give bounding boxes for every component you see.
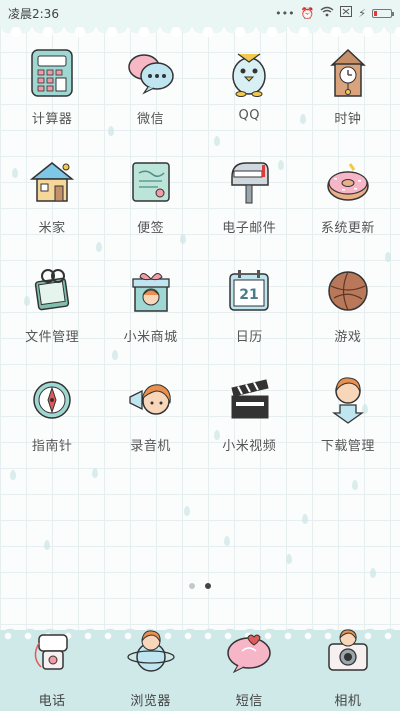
dock-label: 电话 xyxy=(38,694,66,709)
app-label: 电子邮件 xyxy=(222,221,277,236)
clapperboard-icon xyxy=(220,371,278,429)
calendar-icon: 21 xyxy=(220,262,278,320)
app-qq[interactable]: QQ xyxy=(203,44,296,131)
file-clip-icon xyxy=(23,262,81,320)
calendar-day: 21 xyxy=(240,287,259,303)
dock-messages[interactable]: 短信 xyxy=(203,622,296,709)
sim-off-icon xyxy=(340,6,353,20)
planet-girl-icon xyxy=(122,622,180,680)
app-grid: 计算器 微信 QQ 时钟 米家 便签 电子邮件 系统更新 文件管理 小米商城 2… xyxy=(0,44,400,458)
alarm-icon: ⏰ xyxy=(300,6,315,20)
house-icon xyxy=(23,153,81,211)
app-label: QQ xyxy=(238,108,261,123)
app-mijia[interactable]: 米家 xyxy=(6,153,99,240)
app-label: 下载管理 xyxy=(320,439,375,454)
app-system-update[interactable]: 系统更新 xyxy=(301,153,394,240)
wifi-icon xyxy=(320,6,334,20)
dock-phone[interactable]: 电话 xyxy=(6,622,99,709)
page-indicator xyxy=(0,583,400,589)
app-calendar[interactable]: 21 日历 xyxy=(203,262,296,349)
app-label: 指南针 xyxy=(31,439,73,454)
more-dots-icon: ••• xyxy=(275,6,295,20)
dock-camera[interactable]: 相机 xyxy=(301,622,394,709)
wechat-icon xyxy=(122,44,180,102)
app-label: 计算器 xyxy=(31,112,73,127)
phone-icon xyxy=(23,622,81,680)
app-clock[interactable]: 时钟 xyxy=(301,44,394,131)
app-label: 小米视频 xyxy=(222,439,277,454)
app-downloads[interactable]: 下载管理 xyxy=(301,371,394,458)
charging-icon: ⚡ xyxy=(358,6,366,20)
page-dot[interactable] xyxy=(189,583,195,589)
status-time: 凌晨2:36 xyxy=(8,6,59,21)
app-recorder[interactable]: 录音机 xyxy=(104,371,197,458)
status-bar: 凌晨2:36 ••• ⏰ ⚡ xyxy=(0,0,400,26)
app-label: 日历 xyxy=(235,330,263,345)
calculator-icon xyxy=(23,44,81,102)
compass-icon xyxy=(23,371,81,429)
app-label: 录音机 xyxy=(130,439,171,454)
battery-icon xyxy=(372,8,394,18)
app-games[interactable]: 游戏 xyxy=(301,262,394,349)
app-compass[interactable]: 指南针 xyxy=(6,371,99,458)
app-label: 微信 xyxy=(137,112,165,127)
dock-label: 浏览器 xyxy=(130,694,171,709)
mailbox-icon xyxy=(220,153,278,211)
app-mi-store[interactable]: 小米商城 xyxy=(104,262,197,349)
dock-label: 短信 xyxy=(235,694,263,709)
app-label: 系统更新 xyxy=(320,221,375,236)
clock-icon xyxy=(319,44,377,102)
notes-icon xyxy=(122,153,180,211)
gift-box-icon xyxy=(122,262,180,320)
app-label: 米家 xyxy=(38,221,66,236)
app-file-manager[interactable]: 文件管理 xyxy=(6,262,99,349)
app-notes[interactable]: 便签 xyxy=(104,153,197,240)
app-label: 小米商城 xyxy=(123,330,178,345)
app-mi-video[interactable]: 小米视频 xyxy=(203,371,296,458)
game-ball-icon xyxy=(319,262,377,320)
dock-browser[interactable]: 浏览器 xyxy=(104,622,197,709)
page-dot-active[interactable] xyxy=(205,583,211,589)
app-wechat[interactable]: 微信 xyxy=(104,44,197,131)
download-girl-icon xyxy=(319,371,377,429)
qq-penguin-icon xyxy=(220,44,278,102)
dock-label: 相机 xyxy=(334,694,362,709)
status-icons: ••• ⏰ ⚡ xyxy=(275,6,394,20)
app-calculator[interactable]: 计算器 xyxy=(6,44,99,131)
donut-icon xyxy=(319,153,377,211)
dock: 电话 浏览器 短信 相机 xyxy=(0,622,400,709)
camera-icon xyxy=(319,622,377,680)
megaphone-girl-icon xyxy=(122,371,180,429)
app-label: 时钟 xyxy=(334,112,362,127)
message-heart-icon xyxy=(220,622,278,680)
app-email[interactable]: 电子邮件 xyxy=(203,153,296,240)
app-label: 便签 xyxy=(137,221,165,236)
app-label: 游戏 xyxy=(334,330,362,345)
app-label: 文件管理 xyxy=(25,330,80,345)
